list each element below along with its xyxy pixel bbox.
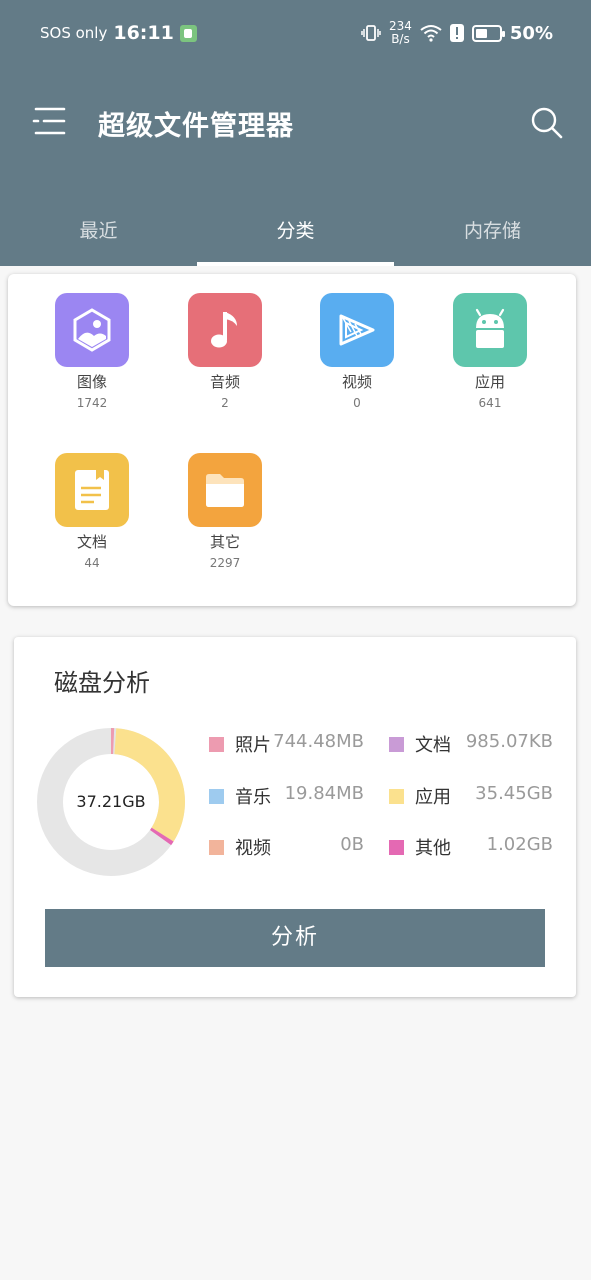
- category-count: 641: [478, 396, 502, 410]
- video-icon: [320, 293, 394, 367]
- battery-percent: 50%: [509, 22, 553, 44]
- app-bar: SOS only 16:11 234 B/s 50% 超级文件管理器 最近 分类…: [0, 0, 591, 266]
- document-icon: [55, 453, 129, 527]
- category-name: 文档: [76, 533, 107, 551]
- category-other[interactable]: 其它 2297: [165, 453, 285, 570]
- categories-card: 图像 1742 音频 2 视频 0 应用 641 文档 44 其它 2297: [8, 274, 576, 606]
- category-count: 1742: [76, 396, 108, 410]
- legend-documents: 文档 985.07KB: [389, 731, 553, 756]
- category-count: 2297: [209, 556, 241, 570]
- music-icon: [188, 293, 262, 367]
- folder-icon: [188, 453, 262, 527]
- vibrate-icon: [361, 25, 381, 41]
- carrier-text: SOS only: [40, 24, 108, 42]
- legend-apps: 应用 35.45GB: [389, 783, 553, 808]
- android-icon: [453, 293, 527, 367]
- legend-swatch: [389, 789, 404, 804]
- category-name: 视频: [341, 373, 372, 391]
- legend-swatch: [209, 840, 224, 855]
- category-name: 应用: [474, 373, 505, 391]
- clock: 16:11: [113, 22, 174, 44]
- legend-photos: 照片 744.48MB: [209, 731, 364, 756]
- category-images[interactable]: 图像 1742: [32, 293, 152, 410]
- search-icon[interactable]: [528, 104, 564, 140]
- category-documents[interactable]: 文档 44: [32, 453, 152, 570]
- tab-bar: 最近 分类 内存储: [0, 196, 591, 266]
- category-name: 图像: [76, 373, 107, 391]
- category-name: 音频: [209, 373, 240, 391]
- category-video[interactable]: 视频 0: [297, 293, 417, 410]
- category-count: 44: [84, 556, 100, 570]
- battery-icon: [471, 24, 505, 42]
- legend-swatch: [389, 737, 404, 752]
- analyze-button[interactable]: 分析: [45, 909, 545, 967]
- tab-categories[interactable]: 分类: [197, 196, 394, 266]
- tab-internal-storage[interactable]: 内存储: [394, 196, 591, 266]
- category-apps[interactable]: 应用 641: [430, 293, 550, 410]
- notification-icon: [179, 24, 197, 42]
- category-audio[interactable]: 音频 2: [165, 293, 285, 410]
- disk-analysis-title: 磁盘分析: [54, 669, 150, 697]
- disk-analysis-card: 磁盘分析 37.21GB 照片 744.48MB 文档 985.07KB 音乐 …: [14, 637, 576, 997]
- net-speed: 234 B/s: [389, 19, 412, 46]
- legend-other: 其他 1.02GB: [389, 834, 553, 859]
- page-title: 超级文件管理器: [98, 111, 294, 142]
- category-count: 0: [353, 396, 361, 410]
- legend-video: 视频 0B: [209, 834, 364, 859]
- category-name: 其它: [209, 533, 240, 551]
- status-bar: SOS only 16:11 234 B/s 50%: [0, 0, 591, 66]
- menu-icon[interactable]: [32, 104, 68, 138]
- tab-recent[interactable]: 最近: [0, 196, 197, 266]
- donut-slice-应用: [113, 728, 185, 842]
- legend-swatch: [209, 789, 224, 804]
- legend-swatch: [389, 840, 404, 855]
- legend-swatch: [209, 737, 224, 752]
- alert-icon: [449, 24, 464, 42]
- donut-slice-其他: [149, 827, 174, 846]
- wifi-icon: [420, 25, 442, 42]
- category-count: 2: [221, 396, 229, 410]
- legend-music: 音乐 19.84MB: [209, 783, 364, 808]
- image-icon: [55, 293, 129, 367]
- total-storage-label: 37.21GB: [76, 792, 146, 811]
